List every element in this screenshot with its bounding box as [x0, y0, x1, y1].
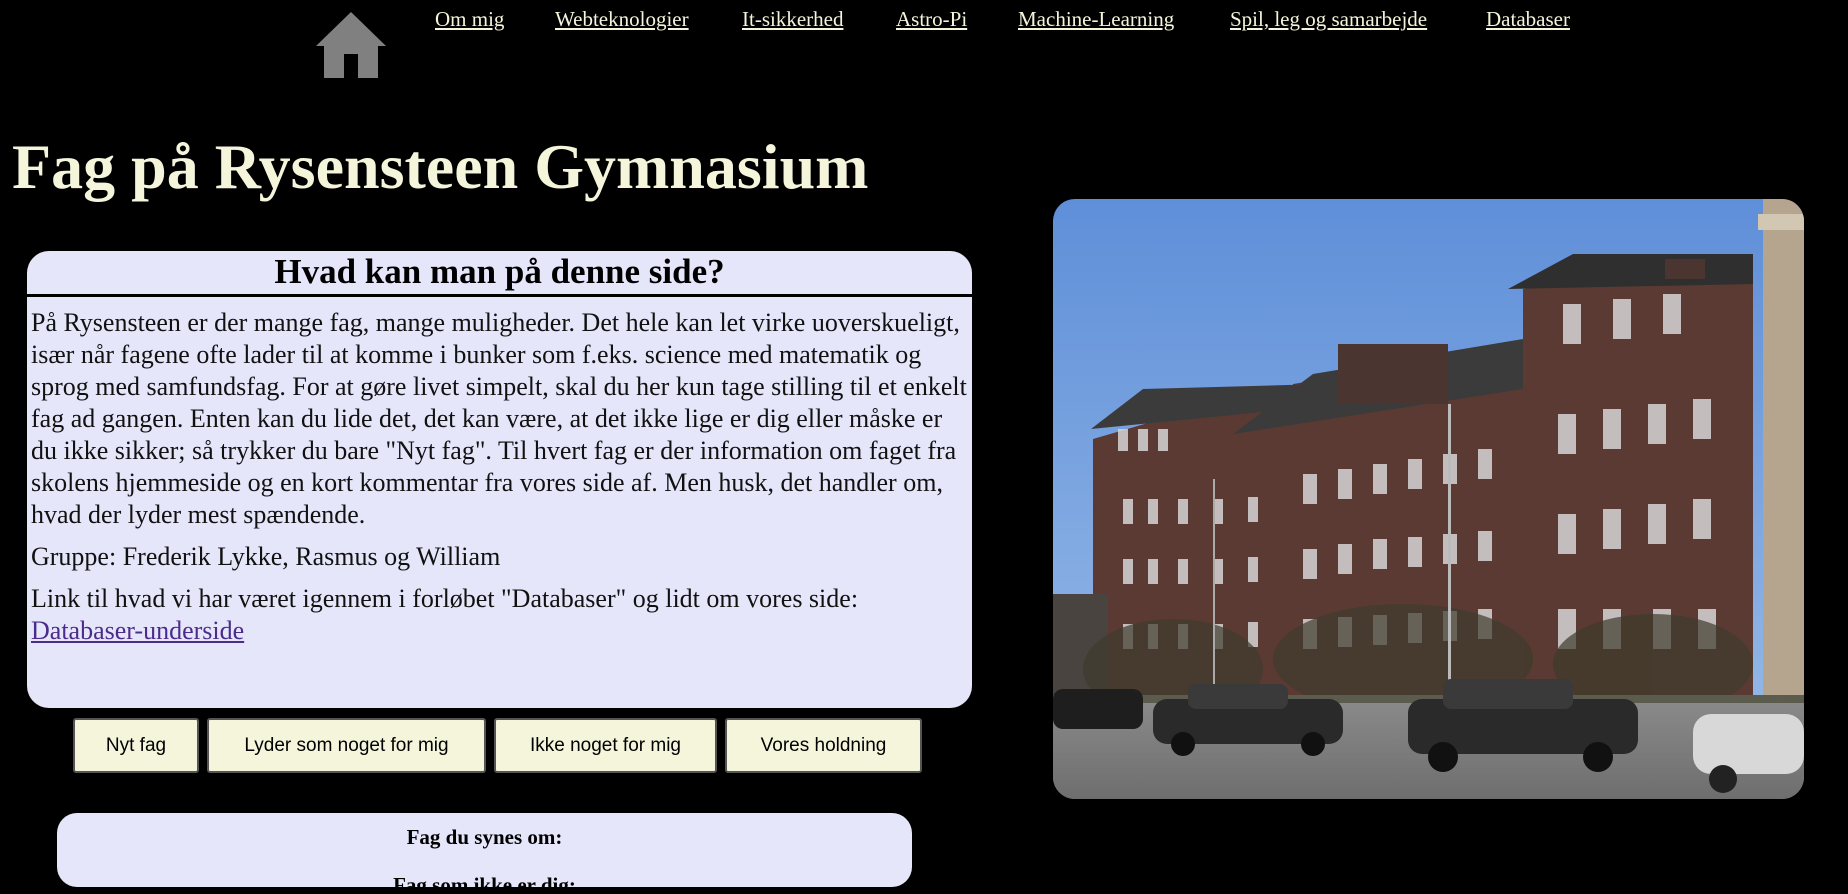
- info-body: På Rysensteen er der mange fag, mange mu…: [27, 297, 972, 647]
- nav-link-spil-leg-og-samarbejde[interactable]: Spil, leg og samarbejde: [1230, 7, 1427, 32]
- nav-link-databaser[interactable]: Databaser: [1486, 7, 1570, 32]
- liked-subjects-label: Fag du synes om:: [406, 825, 563, 849]
- our-stance-button[interactable]: Vores holdning: [725, 718, 922, 773]
- info-box: Hvad kan man på denne side? På Rysenstee…: [27, 251, 972, 708]
- subject-lists-box: Fag du synes om: Fag som ikke er dig:: [57, 813, 912, 894]
- nav-link-machine-learning[interactable]: Machine-Learning: [1018, 7, 1174, 32]
- home-icon[interactable]: [314, 10, 388, 80]
- info-heading: Hvad kan man på denne side?: [27, 251, 972, 297]
- nav-link-webteknologier[interactable]: Webteknologier: [555, 7, 689, 32]
- page-title: Fag på Rysensteen Gymnasium: [12, 131, 869, 202]
- link-intro-text: Link til hvad vi har været igennem i for…: [31, 584, 859, 613]
- group-paragraph: Gruppe: Frederik Lykke, Rasmus og Willia…: [31, 542, 501, 571]
- nav-link-it-sikkerhed[interactable]: It-sikkerhed: [742, 7, 843, 32]
- nav-link-astro-pi[interactable]: Astro-Pi: [896, 7, 967, 32]
- nav-link-om-mig[interactable]: Om mig: [435, 7, 504, 32]
- intro-paragraph: På Rysensteen er der mange fag, mange mu…: [31, 308, 967, 529]
- not-for-me-button[interactable]: Ikke noget for mig: [494, 718, 717, 773]
- disliked-subjects-label: Fag som ikke er dig:: [393, 873, 576, 894]
- school-building-photo: [1053, 199, 1804, 799]
- new-subject-button[interactable]: Nyt fag: [73, 718, 199, 773]
- link-paragraph: Link til hvad vi har været igennem i for…: [31, 583, 968, 647]
- sounds-good-button[interactable]: Lyder som noget for mig: [207, 718, 486, 773]
- databaser-underside-link[interactable]: Databaser-underside: [31, 616, 244, 645]
